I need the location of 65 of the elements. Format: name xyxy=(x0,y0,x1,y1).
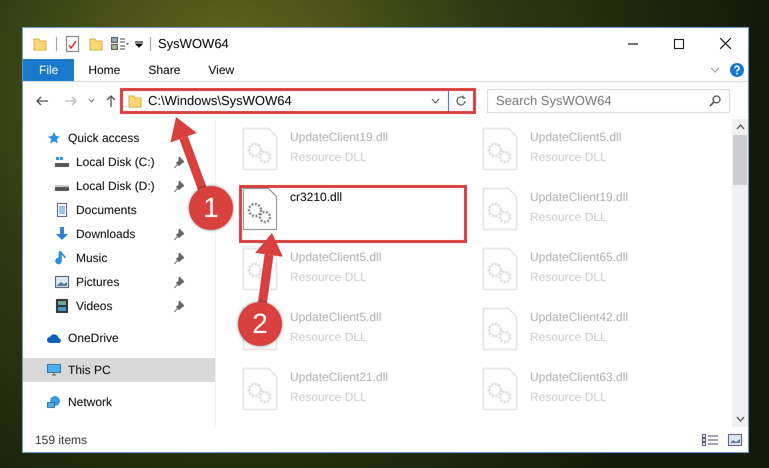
search-icon xyxy=(709,94,721,106)
refresh-icon[interactable] xyxy=(455,94,467,106)
file-name[interactable]: cr3210.dll xyxy=(290,188,342,206)
tiles-view-icon[interactable] xyxy=(728,434,742,446)
pin-icon[interactable] xyxy=(173,252,184,264)
item-count: 159 items xyxy=(35,432,88,448)
search-field[interactable]: Search SysWOW64 xyxy=(487,88,730,112)
nav-item[interactable]: Pictures xyxy=(76,273,120,291)
picture-icon xyxy=(55,275,69,289)
view-icon[interactable] xyxy=(111,36,129,50)
ribbon-tab[interactable]: View xyxy=(194,59,248,81)
scroll-up-icon[interactable] xyxy=(736,124,744,130)
pin-icon[interactable] xyxy=(173,156,184,168)
star-icon xyxy=(47,131,61,145)
nav-item[interactable]: Downloads xyxy=(76,225,136,243)
help-icon[interactable] xyxy=(730,63,744,77)
gear-file-icon xyxy=(243,368,277,410)
recent-dropdown-icon[interactable] xyxy=(88,98,95,103)
document-icon xyxy=(55,203,69,217)
nav-item[interactable]: Videos xyxy=(76,297,112,315)
gear-file-icon xyxy=(243,188,277,230)
maximize-icon[interactable] xyxy=(674,38,684,48)
drive-icon xyxy=(55,155,69,169)
nav-item[interactable]: Quick access xyxy=(68,129,140,147)
file-menu-button[interactable]: File xyxy=(23,59,74,81)
down-arrow-icon xyxy=(55,227,69,241)
ribbon-tab[interactable]: Home xyxy=(74,59,134,81)
music-note-icon xyxy=(55,251,69,265)
up-arrow-icon[interactable] xyxy=(106,94,116,106)
pin-icon[interactable] xyxy=(173,228,184,240)
details-view-icon[interactable] xyxy=(702,434,718,446)
gear-file-icon xyxy=(483,308,517,350)
pin-icon[interactable] xyxy=(173,180,184,192)
film-icon xyxy=(55,299,69,313)
gear-file-icon xyxy=(243,128,277,170)
nav-item[interactable]: Local Disk (D:) xyxy=(76,177,155,195)
close-icon[interactable] xyxy=(720,38,731,49)
dropdown-icon[interactable] xyxy=(135,40,143,48)
nav-item[interactable]: Network xyxy=(68,393,112,411)
nav-item[interactable]: Documents xyxy=(76,201,137,219)
address-path: C:\Windows\SysWOW64 xyxy=(148,92,292,110)
address-bar[interactable]: C:\Windows\SysWOW64 xyxy=(120,88,476,114)
scroll-down-icon[interactable] xyxy=(736,416,744,422)
highlighted-file-tile[interactable]: cr3210.dll xyxy=(239,185,467,243)
monitor-icon xyxy=(47,363,61,377)
gear-file-icon xyxy=(483,128,517,170)
nav-item[interactable]: Music xyxy=(76,249,108,267)
pin-icon[interactable] xyxy=(173,276,184,288)
chevron-down-icon[interactable] xyxy=(431,98,440,104)
window-title: SysWOW64 xyxy=(158,34,229,53)
properties-icon[interactable] xyxy=(66,36,79,52)
gear-file-icon xyxy=(483,188,517,230)
back-arrow-icon[interactable] xyxy=(36,96,48,106)
nav-item[interactable]: This PC xyxy=(68,361,111,379)
gear-file-icon xyxy=(483,248,517,290)
scroll-thumb[interactable] xyxy=(733,135,747,185)
network-icon xyxy=(47,395,61,409)
ribbon-tab[interactable]: Share xyxy=(134,59,194,81)
scrollbar[interactable] xyxy=(732,119,748,427)
nav-item[interactable]: Local Disk (C:) xyxy=(76,153,155,171)
nav-item-selected[interactable]: This PC xyxy=(23,358,215,382)
nav-item[interactable]: OneDrive xyxy=(68,329,119,347)
pin-icon[interactable] xyxy=(173,300,184,312)
folder-icon xyxy=(128,94,142,108)
gear-file-icon xyxy=(483,368,517,410)
